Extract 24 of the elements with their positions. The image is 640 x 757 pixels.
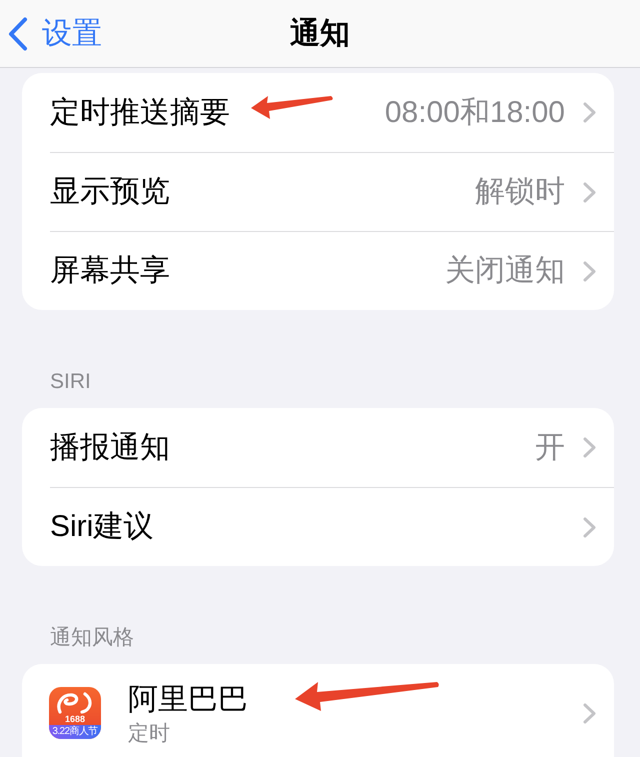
chevron-right-icon bbox=[583, 516, 596, 538]
chevron-right-icon bbox=[583, 260, 596, 282]
row-value: 08:00和18:00 bbox=[384, 94, 565, 130]
chevron-right-icon bbox=[583, 182, 596, 202]
row-label[interactable]: 显示预览 bbox=[50, 174, 170, 210]
promo-banner: 3.22商人节 bbox=[49, 725, 101, 739]
section-header: SIRI bbox=[50, 369, 91, 395]
row-value: 解锁时 bbox=[475, 174, 565, 210]
back-button[interactable]: 设置 bbox=[8, 16, 102, 52]
chevron-right-icon bbox=[583, 102, 596, 123]
row-label[interactable]: 播报通知 bbox=[50, 430, 170, 466]
chevron-right-icon bbox=[583, 702, 596, 724]
row-label[interactable]: 屏幕共享 bbox=[50, 253, 170, 289]
app-name[interactable]: 阿里巴巴 bbox=[128, 682, 248, 718]
row-value: 关闭通知 bbox=[445, 253, 565, 289]
back-icon bbox=[8, 16, 28, 50]
row-value: 开 bbox=[535, 430, 565, 466]
row-label[interactable]: Siri建议 bbox=[50, 509, 154, 545]
chevron-right-icon bbox=[583, 437, 596, 458]
page-title: 通知 bbox=[290, 16, 350, 52]
app-subtitle: 定时 bbox=[128, 721, 170, 747]
app-icon-number: 1688 bbox=[64, 714, 86, 724]
section-header: 通知风格 bbox=[50, 625, 134, 651]
row-label[interactable]: 定时推送摘要 bbox=[50, 94, 230, 130]
